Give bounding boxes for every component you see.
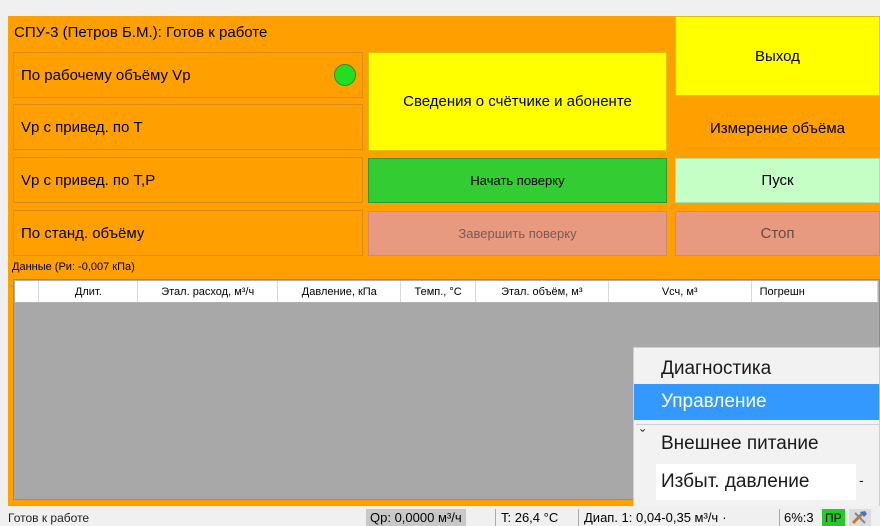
mode-standard-volume-label: По станд. объёму (21, 224, 145, 242)
tools-icon-svg (849, 509, 871, 526)
stop-button[interactable]: Стоп (675, 211, 880, 256)
finish-verification-label: Завершить поверку (458, 226, 577, 241)
start-verification-label: Начать поверку (470, 173, 565, 188)
column-header[interactable]: Длит. (39, 281, 139, 302)
exit-label: Выход (755, 47, 800, 65)
meter-info-button[interactable]: Сведения о счётчике и абоненте (368, 52, 667, 151)
mode-vr-temp-label: Vр с привед. по Т (21, 118, 143, 136)
mode-vr-temp-pressure-label: Vр с привед. по Т,Р (21, 171, 156, 189)
menu-item-diagnostics-label: Диагностика (661, 358, 772, 379)
mode-working-volume-button[interactable]: По рабочему объёму Vр (13, 52, 363, 98)
meter-info-label: Сведения о счётчике и абоненте (403, 93, 632, 110)
exit-button[interactable]: Выход (675, 16, 880, 96)
range-readout-text: Диап. 1: 0,04-0,35 м³/ч (584, 510, 719, 525)
flow-readout-text: Qp: 0,0000 м³/ч (370, 510, 462, 525)
column-header[interactable]: Давление, кПа (278, 281, 402, 302)
menu-item-control-label: Управление (661, 391, 767, 412)
mode-working-volume-label: По рабочему объёму Vр (21, 66, 191, 84)
range-readout: Диап. 1: 0,04-0,35 м³/ч · (578, 509, 727, 526)
volume-measure-title: Измерение объёма (675, 104, 880, 152)
column-header[interactable]: Vсч, м³ (609, 281, 752, 302)
mode-standard-volume-button[interactable]: По станд. объёму (13, 210, 363, 256)
mode-vr-temp-pressure-button[interactable]: Vр с привед. по Т,Р (13, 157, 363, 203)
range-arrow[interactable]: · (722, 510, 726, 525)
menu-item-control[interactable]: Управление (634, 384, 879, 420)
mode-vr-temp-button[interactable]: Vр с привед. по Т (13, 104, 363, 150)
dropdown-arrow-icon[interactable]: - (859, 472, 864, 488)
volume-measure-label: Измерение объёма (710, 119, 845, 137)
start-verification-button[interactable]: Начать поверку (368, 158, 667, 203)
column-header[interactable]: Этал. расход, м³/ч (138, 281, 279, 302)
menu-item-external-power-label: Внешнее питание (661, 433, 819, 454)
column-header[interactable]: Погрешн (752, 281, 878, 302)
overpressure-field[interactable]: Избыт. давление (656, 464, 856, 500)
checkmark-icon: ˇ (640, 428, 646, 445)
start-label: Пуск (761, 172, 794, 189)
status-text: Готов к работе (8, 510, 90, 525)
flow-readout: Qp: 0,0000 м³/ч (366, 509, 466, 526)
row-header-corner (15, 281, 40, 302)
percent-readout: 6%:3 (779, 509, 814, 526)
column-header[interactable]: Темп., °С (401, 281, 476, 302)
temperature-readout: T: 26,4 °C (495, 509, 558, 526)
finish-verification-button[interactable]: Завершить поверку (368, 211, 667, 256)
window-title: СПУ-3 (Петров Б.М.): Готов к работе (14, 24, 268, 41)
start-button[interactable]: Пуск (675, 158, 880, 203)
context-menu: Диагностика Управление ˇ Внешнее питание… (633, 347, 880, 509)
column-header[interactable]: Этал. объём, м³ (476, 281, 609, 302)
menu-item-external-power[interactable]: ˇ Внешнее питание (634, 426, 879, 462)
data-group-label: Данные (Ри: -0,007 кПа) (12, 261, 135, 273)
mode-badge: ПР (822, 509, 845, 526)
menu-item-diagnostics[interactable]: Диагностика (634, 351, 879, 387)
tools-icon[interactable] (849, 509, 875, 526)
stop-label: Стоп (760, 225, 795, 242)
menu-item-overpressure-label: Избыт. давление (661, 471, 810, 492)
menu-separator (636, 424, 879, 425)
status-indicator (334, 64, 356, 86)
table-header: Длит. Этал. расход, м³/ч Давление, кПа Т… (14, 280, 879, 303)
